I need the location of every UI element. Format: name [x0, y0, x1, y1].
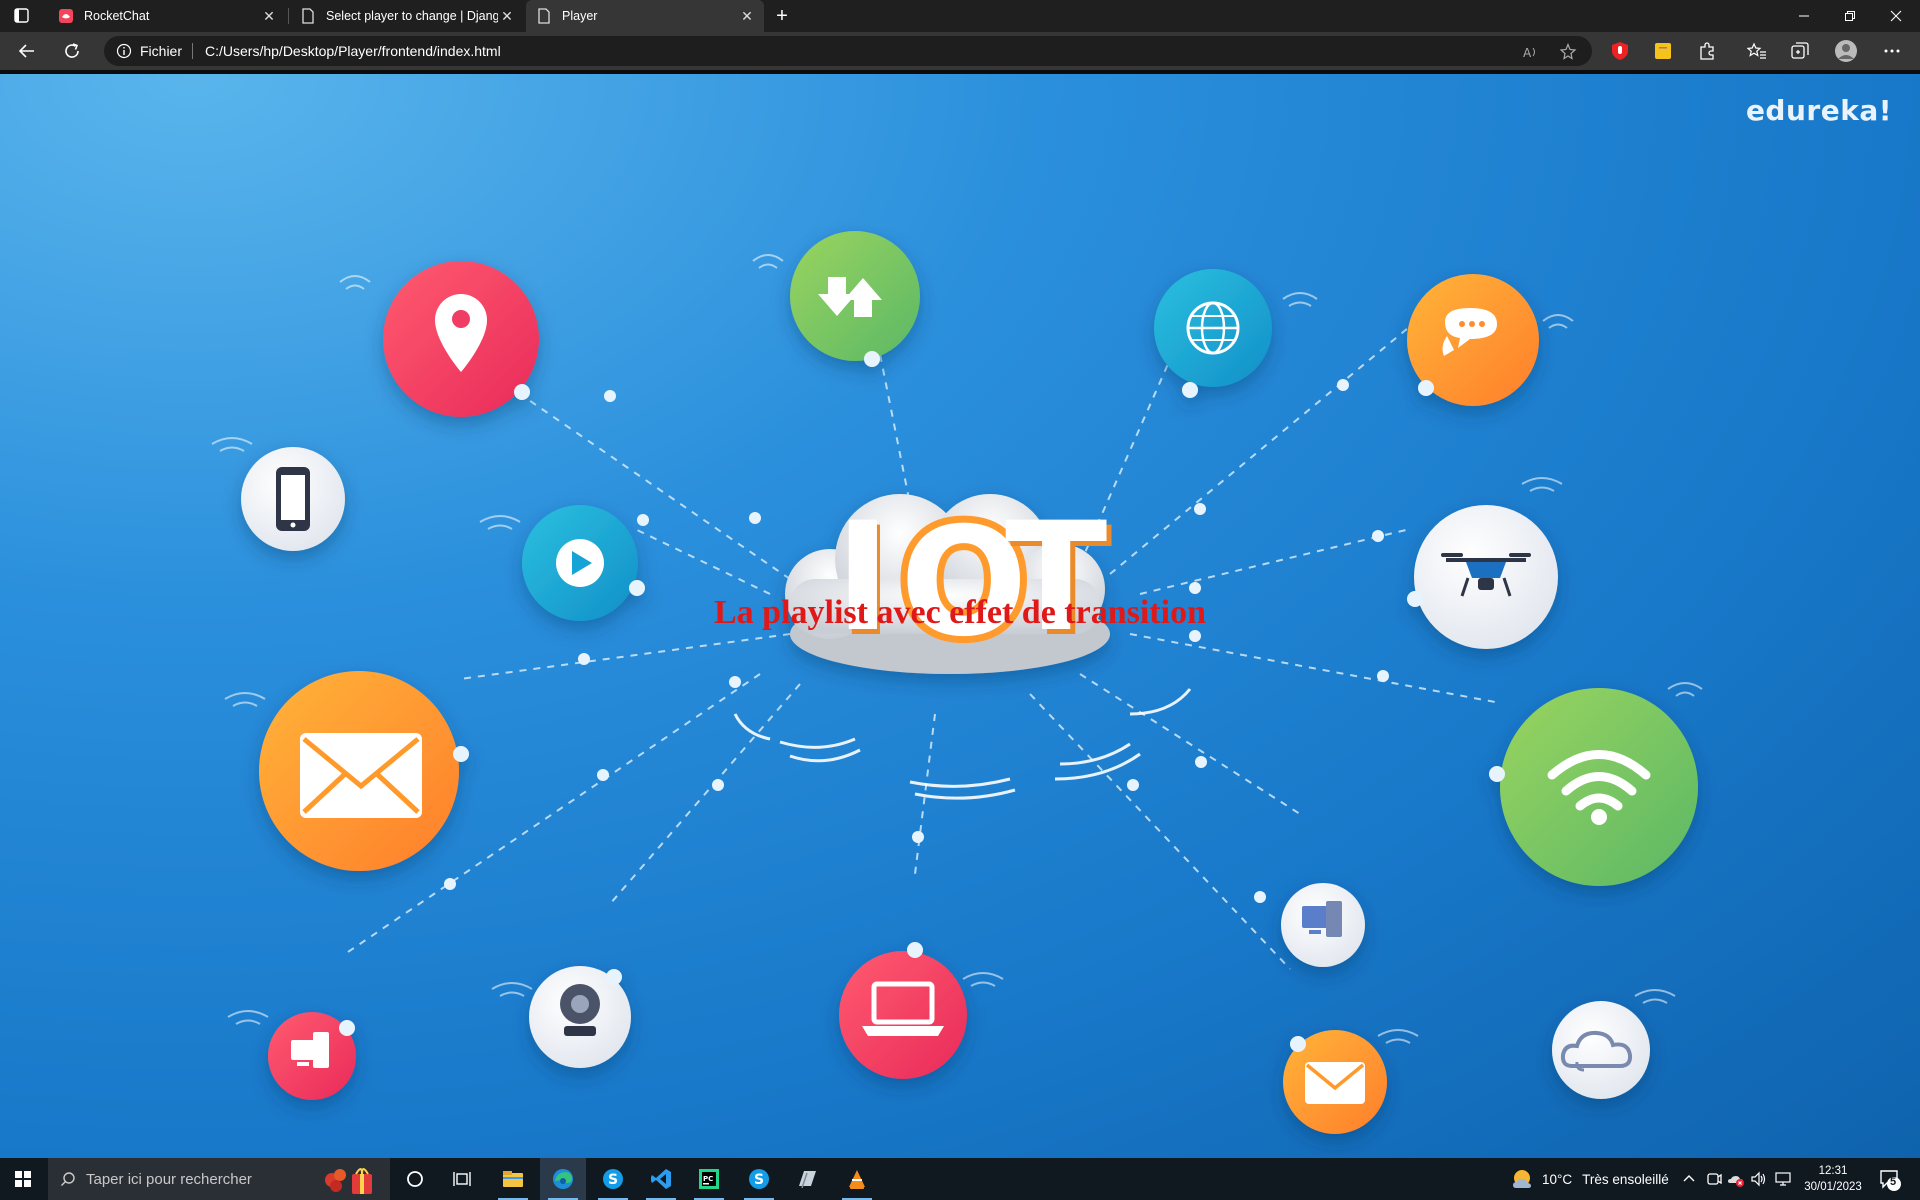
tab-title: RocketChat — [84, 9, 150, 23]
chat-bubble-icon — [1407, 274, 1539, 406]
favorites-icon[interactable] — [1747, 41, 1767, 61]
tab-title: Select player to change | Django — [326, 9, 498, 23]
adblock-extension-icon[interactable] — [1610, 41, 1630, 61]
read-aloud-icon[interactable]: A — [1522, 43, 1540, 61]
profile-avatar-icon[interactable] — [1834, 39, 1858, 63]
windows-taskbar: Taper ici pour rechercher S PC S 10°C Tr… — [0, 1158, 1920, 1200]
notes-app-icon[interactable] — [784, 1158, 830, 1200]
vscode-icon[interactable] — [638, 1158, 684, 1200]
close-icon[interactable]: ✕ — [498, 7, 516, 25]
volume-icon[interactable] — [1750, 1170, 1768, 1188]
favorite-add-icon[interactable] — [1560, 43, 1578, 61]
wifi-icon — [1489, 688, 1698, 886]
notification-count: 5 — [1890, 1176, 1897, 1188]
clock-date: 30/01/2023 — [1804, 1181, 1862, 1193]
notification-center[interactable]: 5 — [1878, 1168, 1902, 1192]
gift-icon — [325, 1168, 372, 1194]
restore-button[interactable] — [1828, 0, 1872, 32]
more-options-icon[interactable] — [1882, 41, 1902, 61]
onedrive-icon[interactable] — [1727, 1170, 1745, 1188]
desktop-computer-icon — [268, 1012, 356, 1100]
close-icon[interactable]: ✕ — [738, 7, 756, 25]
back-button[interactable] — [13, 37, 41, 65]
signal-waves — [733, 688, 1192, 800]
weather-temp: 10°C — [1542, 1171, 1573, 1187]
tab-rocketchat[interactable]: RocketChat ✕ — [48, 0, 286, 32]
cortana-icon[interactable] — [392, 1158, 438, 1200]
tab-divider — [288, 8, 289, 24]
svg-text:A: A — [1523, 46, 1532, 60]
browser-tab-strip: RocketChat ✕ Select player to change | D… — [0, 0, 1920, 32]
weather-widget[interactable]: 10°C Très ensoleillé — [1510, 1158, 1669, 1200]
file-explorer-icon[interactable] — [490, 1158, 536, 1200]
browser-toolbar: Fichier C:/Users/hp/Desktop/Player/front… — [0, 32, 1920, 70]
system-clock[interactable]: 12:31 30/01/2023 — [1800, 1163, 1866, 1195]
cloud-icon — [1552, 1001, 1650, 1099]
sun-cloud-icon — [1513, 1170, 1531, 1188]
skype-icon[interactable]: S — [736, 1158, 782, 1200]
task-view-icon[interactable] — [440, 1158, 486, 1200]
page-headline: La playlist avec effet de transition — [714, 594, 1206, 631]
globe-icon — [1154, 269, 1272, 398]
mail-icon — [1283, 1030, 1387, 1134]
page-content: I I O O T T edureka! La playlist avec ef… — [0, 74, 1920, 1158]
meet-now-icon[interactable] — [1705, 1170, 1723, 1188]
note-extension-icon[interactable] — [1653, 41, 1673, 61]
laptop-icon — [839, 942, 967, 1079]
network-icon[interactable] — [1774, 1170, 1792, 1188]
tab-player[interactable]: Player ✕ — [526, 0, 764, 32]
mail-icon — [259, 671, 469, 871]
extensions-icon[interactable] — [1697, 41, 1717, 61]
iot-title: I — [835, 491, 891, 665]
rocketchat-icon — [58, 8, 74, 24]
skype-icon[interactable]: S — [590, 1158, 636, 1200]
page-icon — [536, 8, 552, 24]
close-icon[interactable]: ✕ — [260, 7, 278, 25]
minimize-button[interactable] — [1782, 0, 1826, 32]
url-text[interactable]: C:/Users/hp/Desktop/Player/frontend/inde… — [205, 43, 501, 59]
svg-text:PC: PC — [703, 1175, 713, 1183]
tab-django[interactable]: Select player to change | Django ✕ — [290, 0, 524, 32]
edureka-logo: edureka! — [1745, 94, 1892, 127]
webcam-icon — [529, 966, 631, 1068]
vlc-icon[interactable] — [834, 1158, 880, 1200]
taskbar-search[interactable]: Taper ici pour rechercher — [48, 1158, 390, 1200]
new-tab-button[interactable]: + — [770, 4, 794, 28]
reload-button[interactable] — [58, 37, 86, 65]
info-icon[interactable] — [116, 43, 132, 59]
tab-actions-icon[interactable] — [12, 7, 32, 25]
close-window-button[interactable] — [1874, 0, 1918, 32]
page-icon — [300, 8, 316, 24]
desktop-computer-icon — [1281, 883, 1365, 967]
smartphone-icon — [241, 447, 345, 551]
address-bar[interactable]: Fichier C:/Users/hp/Desktop/Player/front… — [104, 36, 1592, 66]
collections-icon[interactable] — [1790, 41, 1810, 61]
edge-browser-icon[interactable] — [540, 1158, 586, 1200]
svg-text:S: S — [754, 1172, 764, 1188]
search-icon — [61, 1172, 75, 1186]
protocol-label: Fichier — [140, 43, 194, 59]
iot-letters: I I O O T T — [835, 489, 1112, 677]
tab-title: Player — [562, 9, 598, 23]
search-placeholder: Taper ici pour rechercher — [86, 1170, 252, 1188]
clock-time: 12:31 — [1818, 1165, 1848, 1177]
pycharm-icon[interactable]: PC — [686, 1158, 732, 1200]
download-upload-icon — [790, 231, 920, 367]
windows-start-icon[interactable] — [0, 1158, 46, 1200]
chevron-up-icon[interactable] — [1680, 1170, 1698, 1188]
svg-text:T: T — [1005, 491, 1107, 665]
location-pin-icon — [383, 261, 539, 417]
weather-condition: Très ensoleillé — [1582, 1171, 1669, 1187]
svg-text:S: S — [608, 1172, 618, 1188]
